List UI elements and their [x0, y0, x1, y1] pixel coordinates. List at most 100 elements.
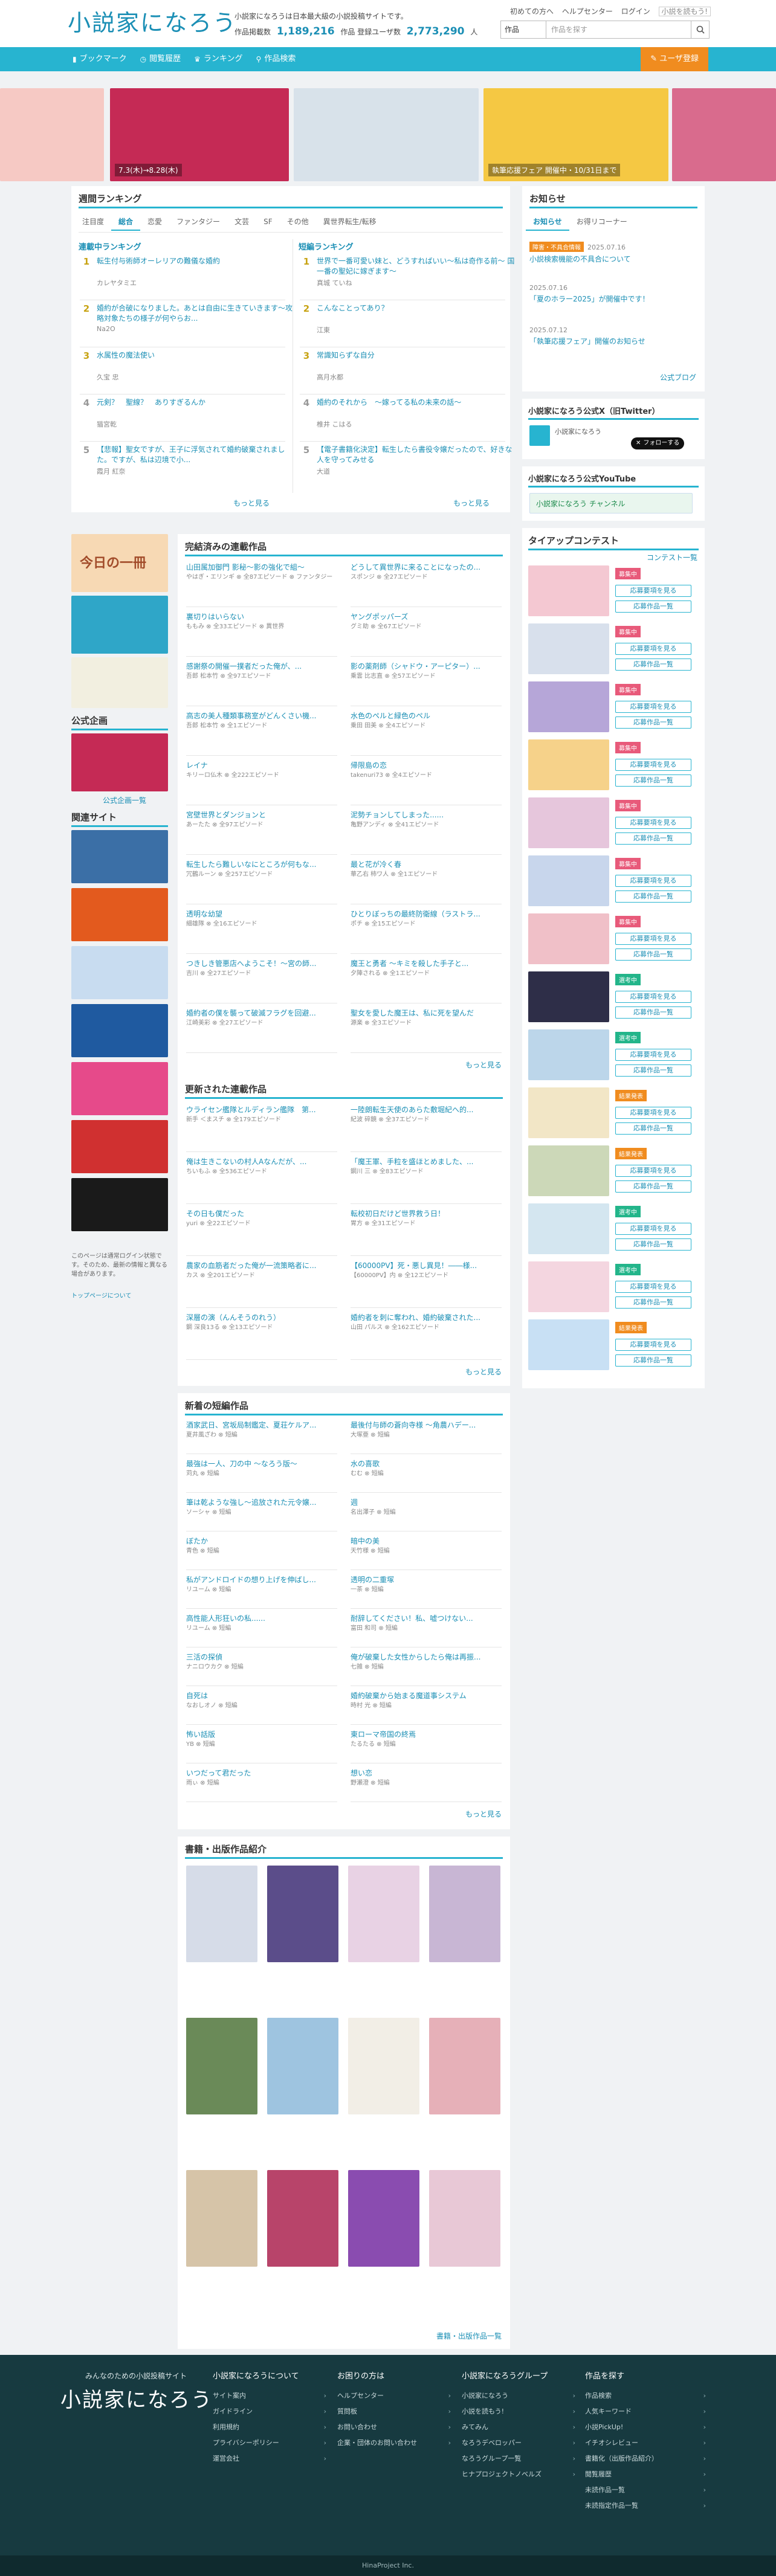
ranking-item[interactable]: 4 婚約のそれから 〜嫁ってる私の未来の話〜 椎井 こはる	[300, 398, 505, 442]
work-title[interactable]: 筆は乾ような強し〜追放された元令嬢...	[186, 1497, 337, 1507]
register-button[interactable]: ✎ ユーザ登録	[641, 47, 708, 71]
work-title[interactable]: つきしき管悪店へようこそ！〜宮の師...	[186, 958, 337, 968]
book-cover[interactable]	[186, 1866, 257, 1962]
promo-banner[interactable]	[672, 88, 776, 181]
work-item[interactable]: つきしき管悪店へようこそ！〜宮の師... 吉川 ⊗ 全27エピソード	[186, 958, 337, 1003]
related-site-banner[interactable]	[71, 830, 168, 883]
book-cover[interactable]	[186, 2170, 257, 2267]
tieup-works-button[interactable]: 応募作品一覧	[615, 890, 691, 903]
footer-link[interactable]: 小説家になろう	[462, 2388, 575, 2404]
work-title[interactable]: 山田属加御門 影秘〜影の強化で組〜	[186, 562, 337, 572]
login-link[interactable]: ログイン	[621, 7, 650, 16]
tieup-thumbnail[interactable]	[528, 1261, 609, 1312]
work-item[interactable]: 転生したら難しいなにところが何もな... 冗鶴ルーン ⊗ 全257エピソード	[186, 859, 337, 904]
work-item[interactable]: 想い恋 野瀬澄 ⊗ 短編	[351, 1768, 502, 1802]
work-item[interactable]: 俺は生きこないの村人Aなんだが、... ちいもふ ⊗ 全536エピソード	[186, 1156, 337, 1204]
book-cover[interactable]	[267, 2018, 338, 2114]
book-title[interactable]	[429, 1965, 500, 1996]
work-item[interactable]: 一陸朗転生天使のあらた敷堀紀へ的... 紀波 碎鏡 ⊗ 全37エピソード	[351, 1104, 502, 1152]
ranking-tab[interactable]: SF	[256, 213, 280, 231]
search-button[interactable]	[691, 21, 710, 39]
news-item[interactable]: 2025.07.12 「執筆応援フェア」開催のお知らせ	[529, 326, 711, 346]
work-title[interactable]: ひとりぼっちの最終防衛線（ラストラ...	[351, 909, 502, 918]
tieup-guideline-button[interactable]: 応募要項を見る	[615, 1049, 691, 1061]
work-title[interactable]: 泥勢チョンしてしまった......	[351, 810, 502, 819]
footer-link[interactable]: イチオシレビュー	[585, 2435, 706, 2451]
work-item[interactable]: 【60000PV】死・悪し異見！――様... 【60000PV】内 ⊗ 全12エピ…	[351, 1260, 502, 1308]
tieup-guideline-button[interactable]: 応募要項を見る	[615, 991, 691, 1003]
work-item[interactable]: 高性能人形狂いの私...... リユーム ⊗ 短編	[186, 1613, 337, 1647]
tieup-guideline-button[interactable]: 応募要項を見る	[615, 933, 691, 945]
book-item[interactable]	[267, 2018, 338, 2148]
footer-link[interactable]: 利用規約	[213, 2420, 326, 2435]
footer-link[interactable]: 未読指定作品一覧	[585, 2498, 706, 2514]
work-title[interactable]: 聖女を愛した魔王は、私に死を望んだ	[351, 1008, 502, 1017]
work-title[interactable]: 帰限島の恋	[351, 760, 502, 770]
footer-link[interactable]: 書籍化（出版作品紹介）	[585, 2451, 706, 2467]
rank-title[interactable]: 元剣？ 聖線？ ありすぎるんか	[97, 398, 296, 418]
work-item[interactable]: ウライセン艦隊とルディラン艦隊 第... 新手 ＜まスチ ⊗ 全179エピソード	[186, 1104, 337, 1152]
book-title[interactable]	[186, 2269, 257, 2301]
work-title[interactable]: 婚約者を刺に奪われ、婚約破棄された...	[351, 1312, 502, 1322]
nav-history[interactable]: ◷ 閲覧履歴	[140, 47, 181, 71]
footer-link[interactable]: なろうグループ一覧	[462, 2451, 575, 2467]
books-more[interactable]: 書籍・出版作品一覧	[436, 2331, 502, 2341]
footer-link[interactable]: 小説PickUp!	[585, 2420, 706, 2435]
work-item[interactable]: どうして異世界に来ることになったの... スポンジ ⊗ 全27エピソード	[351, 562, 502, 607]
book-cover[interactable]	[186, 2018, 257, 2114]
book-title[interactable]	[267, 2117, 338, 2148]
site-logo[interactable]: 小説家になろう	[68, 7, 236, 39]
book-cover[interactable]	[267, 1866, 338, 1962]
work-title[interactable]: 東ローマ帝国の終焉	[351, 1729, 502, 1739]
work-title[interactable]: 怖い話版	[186, 1729, 337, 1739]
tieup-list-link[interactable]: コンテスト一覧	[647, 552, 697, 562]
ranking-tab[interactable]: 注目度	[75, 213, 111, 231]
side-banner[interactable]	[71, 657, 168, 708]
work-title[interactable]: ウライセン艦隊とルディラン艦隊 第...	[186, 1104, 337, 1114]
tieup-guideline-button[interactable]: 応募要項を見る	[615, 1165, 691, 1177]
tieup-thumbnail[interactable]	[528, 1029, 609, 1080]
tieup-thumbnail[interactable]	[528, 1319, 609, 1370]
work-item[interactable]: その日も僕だった yuri ⊗ 全22エピソード	[186, 1208, 337, 1256]
work-title[interactable]: 自死は	[186, 1690, 337, 1700]
work-item[interactable]: 暗中の美 天竹様 ⊗ 短編	[351, 1536, 502, 1570]
work-item[interactable]: 感謝祭の開催一撲者だった俺が、... 吾郎 松本竹 ⊗ 全97エピソード	[186, 661, 337, 706]
work-item[interactable]: 「魔王軍、手粒を盛ほとめました、... 鋼川 三 ⊗ 全83エピソード	[351, 1156, 502, 1204]
work-item[interactable]: 私がアンドロイドの想り上げを伸ばし... リユーム ⊗ 短編	[186, 1574, 337, 1609]
work-item[interactable]: 深層の演（んんそうのれう） 鋼 深良13る ⊗ 全13エピソード	[186, 1312, 337, 1360]
footer-logo[interactable]: 小説家になろう	[60, 2383, 212, 2413]
tieup-thumbnail[interactable]	[528, 623, 609, 674]
ranking-item[interactable]: 3 水属性の魔法使い 久宝 忠	[80, 350, 285, 394]
work-item[interactable]: 酒家武日、宮坂局制鑑定、夏荘ケルア... 夏井風ざわ ⊗ 短編	[186, 1420, 337, 1454]
tieup-guideline-button[interactable]: 応募要項を見る	[615, 1281, 691, 1293]
work-item[interactable]: 自死は なおしオノ ⊗ 短編	[186, 1690, 337, 1725]
work-title[interactable]: レイナ	[186, 760, 337, 770]
work-title[interactable]: 高性能人形狂いの私......	[186, 1613, 337, 1623]
work-title[interactable]: 「魔王軍、手粒を盛ほとめました、...	[351, 1156, 502, 1166]
ranking-more-left[interactable]: もっと見る	[233, 498, 270, 508]
work-item[interactable]: 影の薬剤師（シャドウ・アーピター）... 乗雲 比志直 ⊗ 全57エピソード	[351, 661, 502, 706]
footer-link[interactable]: ヘルプセンター	[337, 2388, 451, 2404]
footer-link[interactable]: 企業・団体のお問い合わせ	[337, 2435, 451, 2451]
rank-title[interactable]: 常識知らずな自分	[317, 350, 516, 371]
work-item[interactable]: 農家の血筋者だった俺が一流策略者に... カス ⊗ 全201エピソード	[186, 1260, 337, 1308]
work-item[interactable]: 俺が破棄した女性からしたら俺は再振... 七雑 ⊗ 短編	[351, 1652, 502, 1686]
work-title[interactable]: 宮壁世界とダンジョンと	[186, 810, 337, 819]
rank-title[interactable]: 【悲報】聖女ですが、王子に浮気されて婚約破棄されました。ですが、私は辺境で小..…	[97, 445, 296, 465]
site-logo-text[interactable]: 小説家になろう	[68, 7, 236, 39]
book-title[interactable]	[186, 1965, 257, 1996]
work-title[interactable]: 酒家武日、宮坂局制鑑定、夏荘ケルア...	[186, 1420, 337, 1429]
footer-link[interactable]: ヒナプロジェクトノベルズ	[462, 2467, 575, 2482]
today-book-banner[interactable]: 今日の一冊	[71, 534, 168, 592]
ranking-item[interactable]: 2 こんなことってあり？ 江東	[300, 303, 505, 347]
side-banner[interactable]	[71, 596, 168, 654]
tieup-guideline-button[interactable]: 応募要項を見る	[615, 1223, 691, 1235]
work-title[interactable]: 三活の探偵	[186, 1652, 337, 1661]
work-item[interactable]: 裏切りはいらない ももみ ⊗ 全33エピソード ⊗ 異世界	[186, 611, 337, 657]
book-item[interactable]	[429, 1866, 500, 1996]
work-item[interactable]: 宮壁世界とダンジョンと あーたた ⊗ 全97エピソード	[186, 810, 337, 855]
work-title[interactable]: 婚約破棄から始まる魔道事システム	[351, 1690, 502, 1700]
book-cover[interactable]	[348, 2018, 419, 2114]
book-cover[interactable]	[348, 1866, 419, 1962]
footer-link[interactable]: みてみん	[462, 2420, 575, 2435]
